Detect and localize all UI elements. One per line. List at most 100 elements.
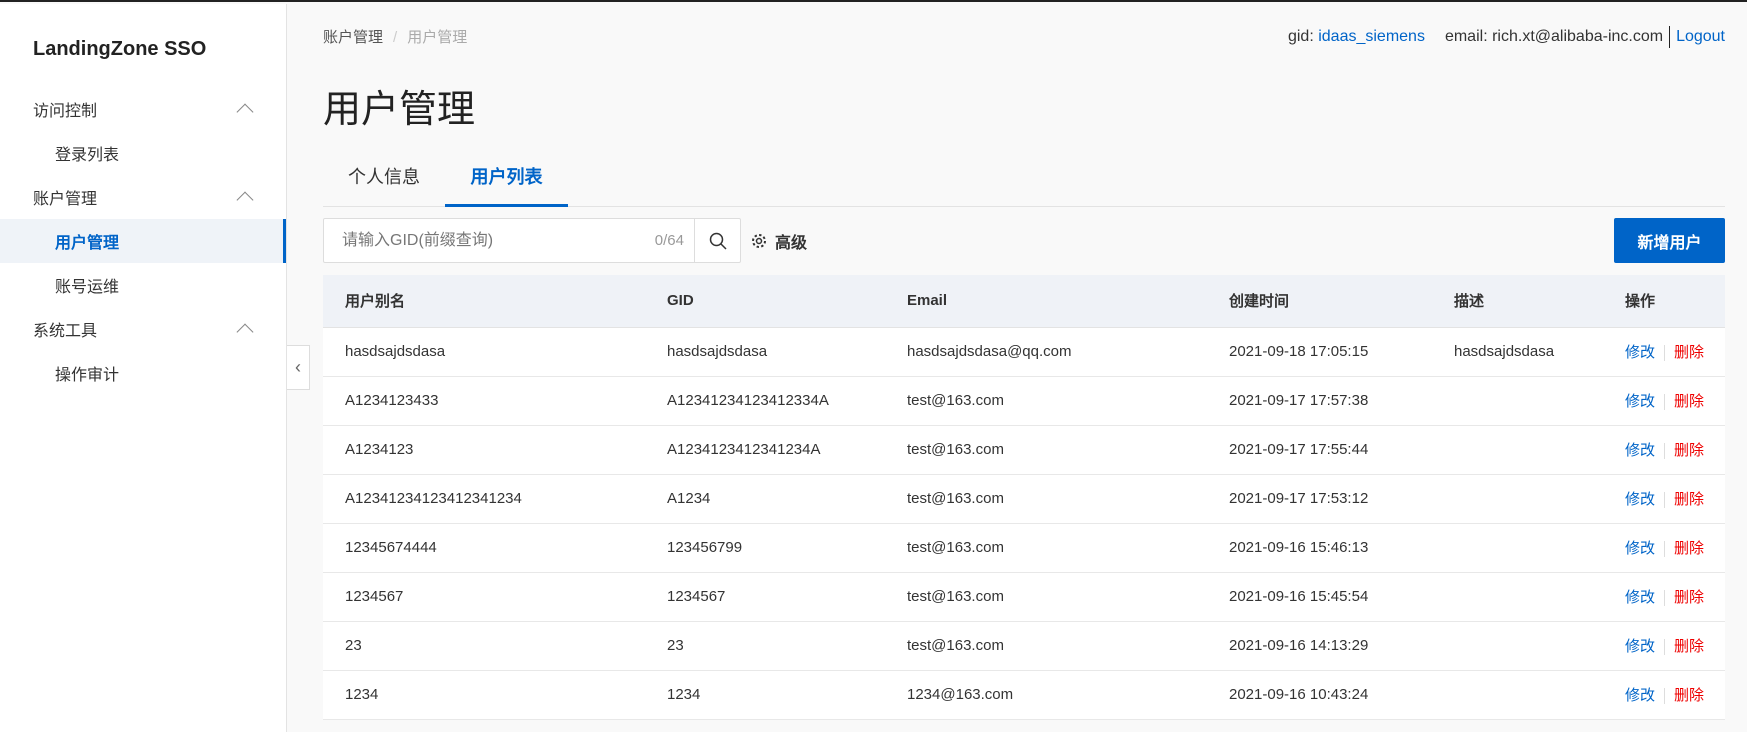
chevron-up-icon xyxy=(236,103,254,121)
search-button[interactable] xyxy=(694,219,740,262)
sidebar-item-label: 账号运维 xyxy=(55,279,120,296)
delete-link[interactable]: 删除 xyxy=(1674,687,1704,704)
cell-email: 1234@163.com xyxy=(907,670,1229,720)
cell-gid: A12341234123412334A xyxy=(667,376,907,426)
delete-link[interactable]: 删除 xyxy=(1674,638,1704,655)
cell-actions: 修改 删除 xyxy=(1625,670,1725,720)
sidebar-item[interactable]: 用户管理 xyxy=(0,219,286,263)
cell-email: test@163.com xyxy=(907,376,1229,426)
sidebar-item[interactable]: 操作审计 xyxy=(0,351,286,395)
sidebar-item[interactable]: 系统工具 xyxy=(0,307,286,351)
delete-link[interactable]: 删除 xyxy=(1674,393,1704,410)
delete-link[interactable]: 删除 xyxy=(1674,540,1704,557)
cell-alias: A1234123433 xyxy=(323,376,667,426)
cell-actions: 修改 删除 xyxy=(1625,376,1725,426)
sidebar-item[interactable]: 账户管理 xyxy=(0,175,286,219)
col-alias: 用户别名 xyxy=(323,275,667,328)
divider xyxy=(1664,590,1666,607)
col-gid: GID xyxy=(667,275,907,328)
cell-description xyxy=(1454,474,1625,524)
advanced-label: 高级 xyxy=(775,234,808,252)
col-created: 创建时间 xyxy=(1229,275,1454,328)
email-value: rich.xt@alibaba-inc.com xyxy=(1492,28,1664,45)
cell-alias: 1234567 xyxy=(323,572,667,622)
table-header-row: 用户别名 GID Email 创建时间 描述 操作 xyxy=(323,275,1725,328)
tab-user-list[interactable]: 用户列表 xyxy=(445,154,568,207)
cell-created: 2021-09-16 15:46:13 xyxy=(1229,523,1454,573)
tab-personal-info[interactable]: 个人信息 xyxy=(345,154,423,207)
edit-link[interactable]: 修改 xyxy=(1625,491,1655,508)
delete-link[interactable]: 删除 xyxy=(1674,344,1704,361)
gid-search-input[interactable] xyxy=(324,219,655,262)
chevron-left-icon: ‹ xyxy=(295,357,301,377)
divider xyxy=(1664,639,1666,656)
edit-link[interactable]: 修改 xyxy=(1625,344,1655,361)
delete-link[interactable]: 删除 xyxy=(1674,442,1704,459)
table-row: 1234567 1234567 test@163.com 2021-09-16 15:… xyxy=(323,572,1725,622)
cell-description xyxy=(1454,572,1625,622)
char-count: 0/64 xyxy=(654,232,684,249)
sidebar-collapse-button[interactable]: ‹ xyxy=(287,345,310,390)
table-row: hasdsajdsdasa hasdsajdsdasa hasdsajdsdasa@… xyxy=(323,327,1725,377)
table-row: 1234 1234 1234@163.com 2021-09-16 10:43:24 修… xyxy=(323,670,1725,720)
cell-alias: A12341234123412341234 xyxy=(323,474,667,524)
cell-description xyxy=(1454,670,1625,720)
table-row: 12345674444 123456799 test@163.com 2021-09-… xyxy=(323,523,1725,573)
cell-created: 2021-09-17 17:55:44 xyxy=(1229,425,1454,475)
edit-link[interactable]: 修改 xyxy=(1625,687,1655,704)
cell-email: test@163.com xyxy=(907,572,1229,622)
sidebar-item[interactable]: 账号运维 xyxy=(0,263,286,307)
cell-email: test@163.com xyxy=(907,425,1229,475)
sidebar-item-label: 系统工具 xyxy=(33,323,98,340)
cell-description xyxy=(1454,523,1625,573)
delete-link[interactable]: 删除 xyxy=(1674,491,1704,508)
cell-description xyxy=(1454,376,1625,426)
sidebar-item-label: 登录列表 xyxy=(55,147,120,164)
sidebar: LandingZone SSO 访问控制登录列表账户管理 用户管理账号运维系统工具… xyxy=(0,4,287,732)
cell-actions: 修改 删除 xyxy=(1625,425,1725,475)
gid-search: 0/64 xyxy=(323,218,741,263)
table-row: 23 23 test@163.com 2021-09-16 14:13:29 修改 删除 xyxy=(323,621,1725,671)
divider xyxy=(1664,443,1666,460)
cell-description xyxy=(1454,621,1625,671)
add-user-button[interactable]: 新增用户 xyxy=(1614,218,1725,263)
cell-description xyxy=(1454,425,1625,475)
cell-created: 2021-09-17 17:53:12 xyxy=(1229,474,1454,524)
edit-link[interactable]: 修改 xyxy=(1625,589,1655,606)
edit-link[interactable]: 修改 xyxy=(1625,393,1655,410)
user-info: gid: idaas_siemens email: rich.xt@alibab… xyxy=(1288,26,1725,48)
cell-actions: 修改 删除 xyxy=(1625,474,1725,524)
cell-actions: 修改 删除 xyxy=(1625,523,1725,573)
table-row: A1234123 A1234123412341234A test@163.com 20… xyxy=(323,425,1725,475)
cell-alias: 1234 xyxy=(323,670,667,720)
edit-link[interactable]: 修改 xyxy=(1625,540,1655,557)
gid-value[interactable]: idaas_siemens xyxy=(1318,28,1425,46)
cell-gid: 1234 xyxy=(667,670,907,720)
sidebar-item[interactable]: 登录列表 xyxy=(0,131,286,175)
col-actions: 操作 xyxy=(1625,275,1725,328)
col-email: Email xyxy=(907,275,1229,328)
chevron-up-icon xyxy=(236,191,254,209)
edit-link[interactable]: 修改 xyxy=(1625,442,1655,459)
breadcrumb-parent[interactable]: 账户管理 xyxy=(323,29,383,46)
cell-actions: 修改 删除 xyxy=(1625,572,1725,622)
cell-gid: A1234 xyxy=(667,474,907,524)
sidebar-item[interactable]: 访问控制 xyxy=(0,87,286,131)
cell-created: 2021-09-16 15:45:54 xyxy=(1229,572,1454,622)
cell-created: 2021-09-18 17:05:15 xyxy=(1229,327,1454,377)
app-logo-title: LandingZone SSO xyxy=(33,38,207,60)
sidebar-nav: 访问控制登录列表账户管理 用户管理账号运维系统工具操作审计 xyxy=(0,87,286,395)
advanced-search-button[interactable]: 高级 xyxy=(751,218,807,263)
edit-link[interactable]: 修改 xyxy=(1625,638,1655,655)
chevron-up-icon xyxy=(236,323,254,341)
page-title: 用户管理 xyxy=(323,89,476,131)
cell-gid: 1234567 xyxy=(667,572,907,622)
cell-created: 2021-09-16 10:43:24 xyxy=(1229,670,1454,720)
divider xyxy=(1664,394,1666,411)
logout-link[interactable]: Logout xyxy=(1676,28,1725,46)
delete-link[interactable]: 删除 xyxy=(1674,589,1704,606)
divider xyxy=(1664,688,1666,705)
cell-gid: 123456799 xyxy=(667,523,907,573)
cell-email: test@163.com xyxy=(907,621,1229,671)
cell-created: 2021-09-16 14:13:29 xyxy=(1229,621,1454,671)
